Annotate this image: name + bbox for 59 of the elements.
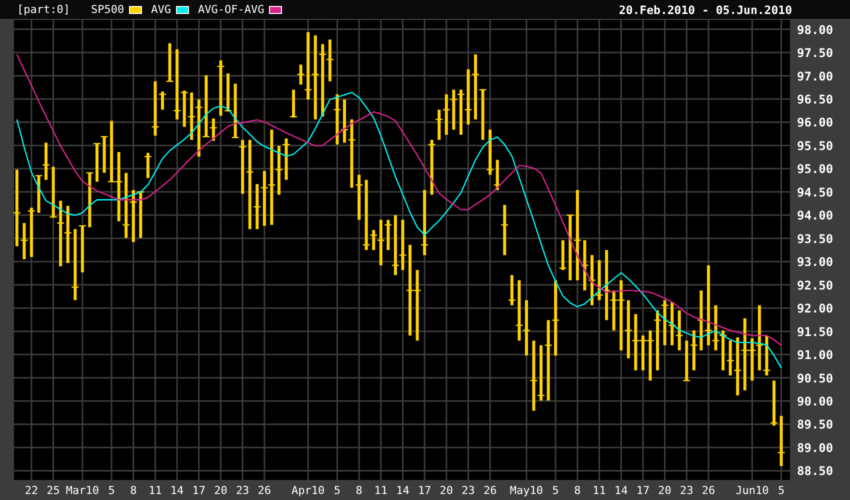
axis-tick-label: 14 xyxy=(614,484,628,497)
axis-tick-label: 93.00 xyxy=(797,255,834,270)
axis-tick-label: 20 xyxy=(214,484,228,497)
axis-tick-label: 17 xyxy=(192,484,206,497)
axis-tick-label: 11 xyxy=(374,484,388,497)
axis-tick-label: 26 xyxy=(702,484,716,497)
legend-label: AVG-OF-AVG xyxy=(198,3,264,16)
axis-tick-label: 11 xyxy=(148,484,162,497)
axis-tick-label: 20 xyxy=(658,484,672,497)
axis-tick-label: 91.50 xyxy=(797,324,834,339)
axis-tick-label: 8 xyxy=(356,484,362,497)
axis-tick-label: Jun10 xyxy=(736,484,769,497)
price-bar xyxy=(144,152,152,178)
axis-tick-label: 95.50 xyxy=(797,138,834,153)
axis-tick-label: 89.00 xyxy=(797,440,834,455)
axis-tick-label: 94.50 xyxy=(797,185,834,200)
axis-tick-label: 23 xyxy=(680,484,694,497)
axis-tick-label: 17 xyxy=(418,484,432,497)
axis-tick-label: 23 xyxy=(462,484,475,497)
axis-tick-label: 26 xyxy=(258,484,272,497)
price-bar xyxy=(290,90,298,118)
axis-tick-label: 90.50 xyxy=(797,371,834,386)
axis-tick-label: 96.00 xyxy=(797,116,834,130)
axis-tick-label: 5 xyxy=(778,484,785,497)
axis-tick-label: 92.00 xyxy=(797,302,834,316)
axis-tick-label: 8 xyxy=(574,484,581,497)
axis-tick-label: 22 xyxy=(24,484,38,497)
axis-tick-label: 5 xyxy=(108,484,115,497)
axis-tick-label: 96.50 xyxy=(797,92,834,106)
axis-tick-label: 97.50 xyxy=(797,46,834,60)
axis-tick-label: 5 xyxy=(334,484,341,497)
axis-tick-label: 95.00 xyxy=(797,162,834,176)
part-label: [part:0] xyxy=(17,3,70,16)
date-range: 20.Feb.2010 - 05.Jun.2010 xyxy=(618,2,792,16)
axis-tick-label: 25 xyxy=(46,484,60,497)
legend-label: AVG xyxy=(151,3,171,16)
axis-tick-label: 91.00 xyxy=(797,348,834,362)
axis-tick-label: 26 xyxy=(483,484,497,497)
axis-tick-label: 90.00 xyxy=(797,394,834,408)
axis-tick-label: 94.00 xyxy=(797,208,834,223)
axis-tick-label: May10 xyxy=(510,484,544,497)
axis-tick-label: 89.50 xyxy=(797,418,834,432)
axis-tick-label: 97.00 xyxy=(797,69,834,84)
axis-tick-label: 14 xyxy=(396,484,410,497)
axis-tick-label: 5 xyxy=(552,484,559,497)
axis-tick-label: 8 xyxy=(130,484,137,497)
axis-tick-label: Mar10 xyxy=(66,484,99,497)
legend-label: SP500 xyxy=(90,3,124,16)
axis-tick-label: 93.50 xyxy=(797,232,834,246)
axis-tick-label: 11 xyxy=(592,484,606,497)
axis-tick-label: 88.50 xyxy=(797,464,834,478)
axis-tick-label: 17 xyxy=(636,484,650,497)
axis-tick-label: 14 xyxy=(170,484,184,497)
axis-tick-label: 23 xyxy=(236,484,250,497)
axis-tick-label: Apr10 xyxy=(292,484,325,497)
axis-tick-label: 98.00 xyxy=(797,22,834,37)
axis-tick-label: 92.50 xyxy=(797,278,834,292)
price-bar xyxy=(501,204,508,256)
axis-tick-label: 20 xyxy=(440,484,454,497)
